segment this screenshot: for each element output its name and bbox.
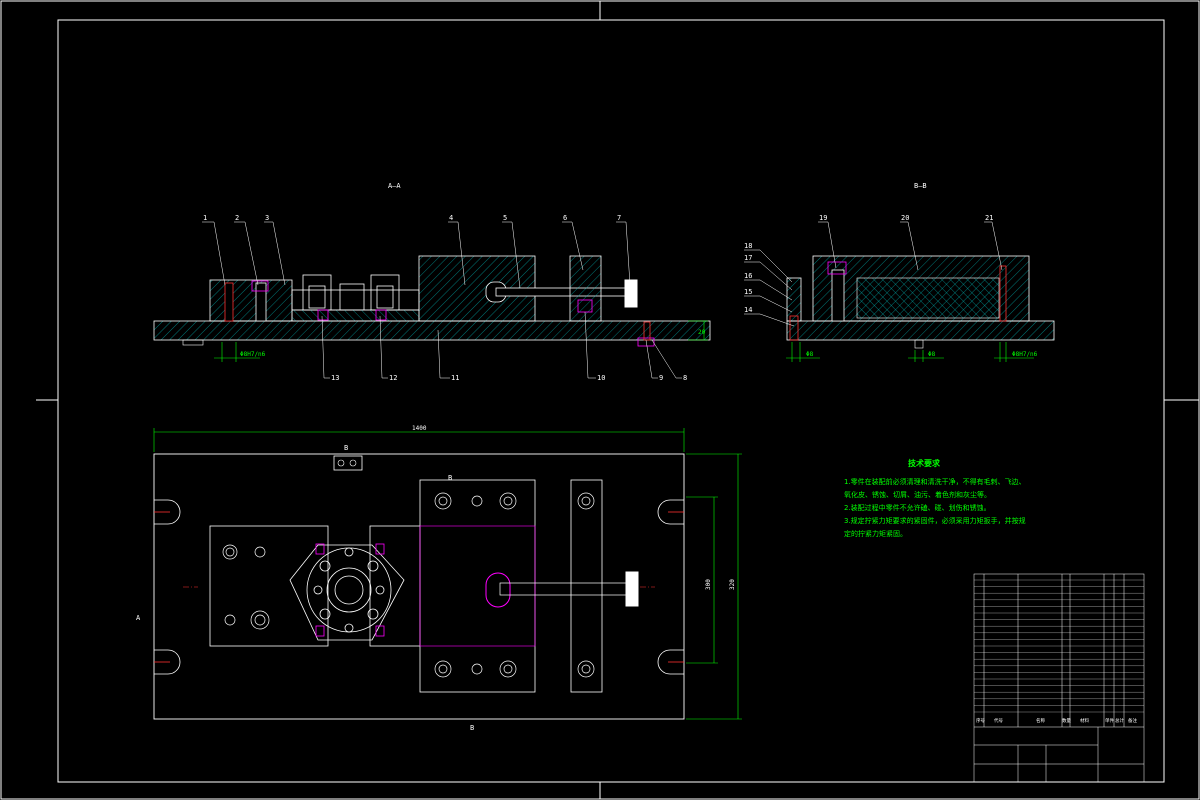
part-number-21: 21 (985, 214, 993, 222)
view-label-a-left: A (136, 614, 141, 622)
dim-height-outer: 320 (729, 579, 736, 590)
dim-fit-1: Φ8H7/n6 (240, 351, 266, 358)
part-number-4: 4 (449, 214, 453, 222)
part-number-16: 16 (744, 272, 752, 280)
view-label-b-top: B (344, 444, 348, 452)
bom-header-unit: 单件 (1105, 717, 1114, 724)
section-bb-title: B—B (914, 182, 927, 190)
part-number-6: 6 (563, 214, 567, 222)
dim-fit-5: Φ8H7/n6 (1012, 351, 1038, 358)
tech-req-line-3: 2.装配过程中零件不允许磕、碰、划伤和锈蚀。 (844, 503, 991, 512)
bom-rows (974, 579, 1144, 713)
bom-header-name: 名称 (1036, 717, 1045, 724)
title-block (973, 573, 1145, 783)
part-number-19: 19 (819, 214, 827, 222)
bom-header: 序号 代号 名称 数量 材料 单件 总计 备注 (976, 717, 1137, 724)
tech-req-line-5: 定的拧紧力矩紧固。 (844, 529, 907, 538)
section-aa-view: A—A 1 2 3 4 5 6 7 13 12 11 10 9 8 20 Φ8H… (153, 182, 711, 382)
view-label-b-mid: B (448, 474, 452, 482)
bom-header-code: 代号 (994, 717, 1003, 724)
plan-base-plate (153, 453, 685, 720)
part-number-15: 15 (744, 288, 752, 296)
part-number-8: 8 (683, 374, 687, 382)
tech-requirements: 技术要求 1.零件在装配前必须清理和清洗干净，不得有毛刺、飞边、 氧化皮、锈蚀、… (844, 458, 1026, 538)
plan-moving-block (419, 479, 536, 693)
part-number-1: 1 (203, 214, 207, 222)
aa-center-clamp (291, 274, 420, 311)
bom-header-material: 材料 (1080, 717, 1089, 724)
part-number-2: 2 (235, 214, 239, 222)
plan-right-block (570, 479, 603, 693)
bom-header-remark: 备注 (1128, 717, 1137, 724)
tech-req-line-4: 3.规定拧紧力矩要求的紧固件，必须采用力矩扳手，并按规 (844, 516, 1026, 525)
part-number-11: 11 (451, 374, 459, 382)
bom-header-no: 序号 (976, 717, 985, 724)
part-number-7: 7 (617, 214, 621, 222)
aa-base-plate (153, 320, 711, 341)
section-aa-title: A—A (388, 182, 401, 190)
plan-screw-rod (499, 582, 631, 596)
part-number-13: 13 (331, 374, 339, 382)
part-number-9: 9 (659, 374, 663, 382)
tech-req-title: 技术要求 (908, 458, 941, 468)
part-number-12: 12 (389, 374, 397, 382)
part-number-14: 14 (744, 306, 752, 314)
part-number-17: 17 (744, 254, 752, 262)
dim-overall-length: 1400 (412, 425, 427, 432)
part-number-20: 20 (901, 214, 909, 222)
tech-req-line-2: 氧化皮、锈蚀、切屑、油污、着色剂和灰尘等。 (844, 490, 991, 499)
dim-fit-4: Φ8 (928, 351, 936, 358)
cad-drawing-canvas: A—A 1 2 3 4 5 6 7 13 12 11 10 9 8 20 Φ8H… (0, 0, 1200, 800)
plan-left-block (209, 525, 329, 647)
view-label-b-bottom: B (470, 724, 474, 732)
sheet-border (0, 0, 1200, 800)
part-number-10: 10 (597, 374, 605, 382)
part-number-5: 5 (503, 214, 507, 222)
part-number-18: 18 (744, 242, 752, 250)
aa-screw-rod (495, 287, 629, 297)
plan-view: 1400 320 300 B B A B (136, 425, 742, 732)
aa-left-block (209, 279, 293, 322)
aa-handle (624, 279, 638, 308)
section-bb-view: B—B 19 20 21 18 17 16 15 14 Φ8 Φ8 Φ8H7/n… (744, 182, 1055, 362)
plan-center-fixture (289, 525, 421, 647)
tech-req-line-1: 1.零件在装配前必须清理和清洗干净，不得有毛刺、飞边、 (844, 477, 1026, 486)
bom-header-qty: 数量 (1062, 717, 1071, 724)
bom-header-total: 总计 (1115, 717, 1124, 724)
dim-fit-3: Φ8 (806, 351, 814, 358)
part-number-3: 3 (265, 214, 269, 222)
dim-base-thickness: 20 (698, 329, 706, 336)
aa-block-6 (569, 255, 602, 322)
dim-height-inner: 300 (705, 579, 712, 590)
